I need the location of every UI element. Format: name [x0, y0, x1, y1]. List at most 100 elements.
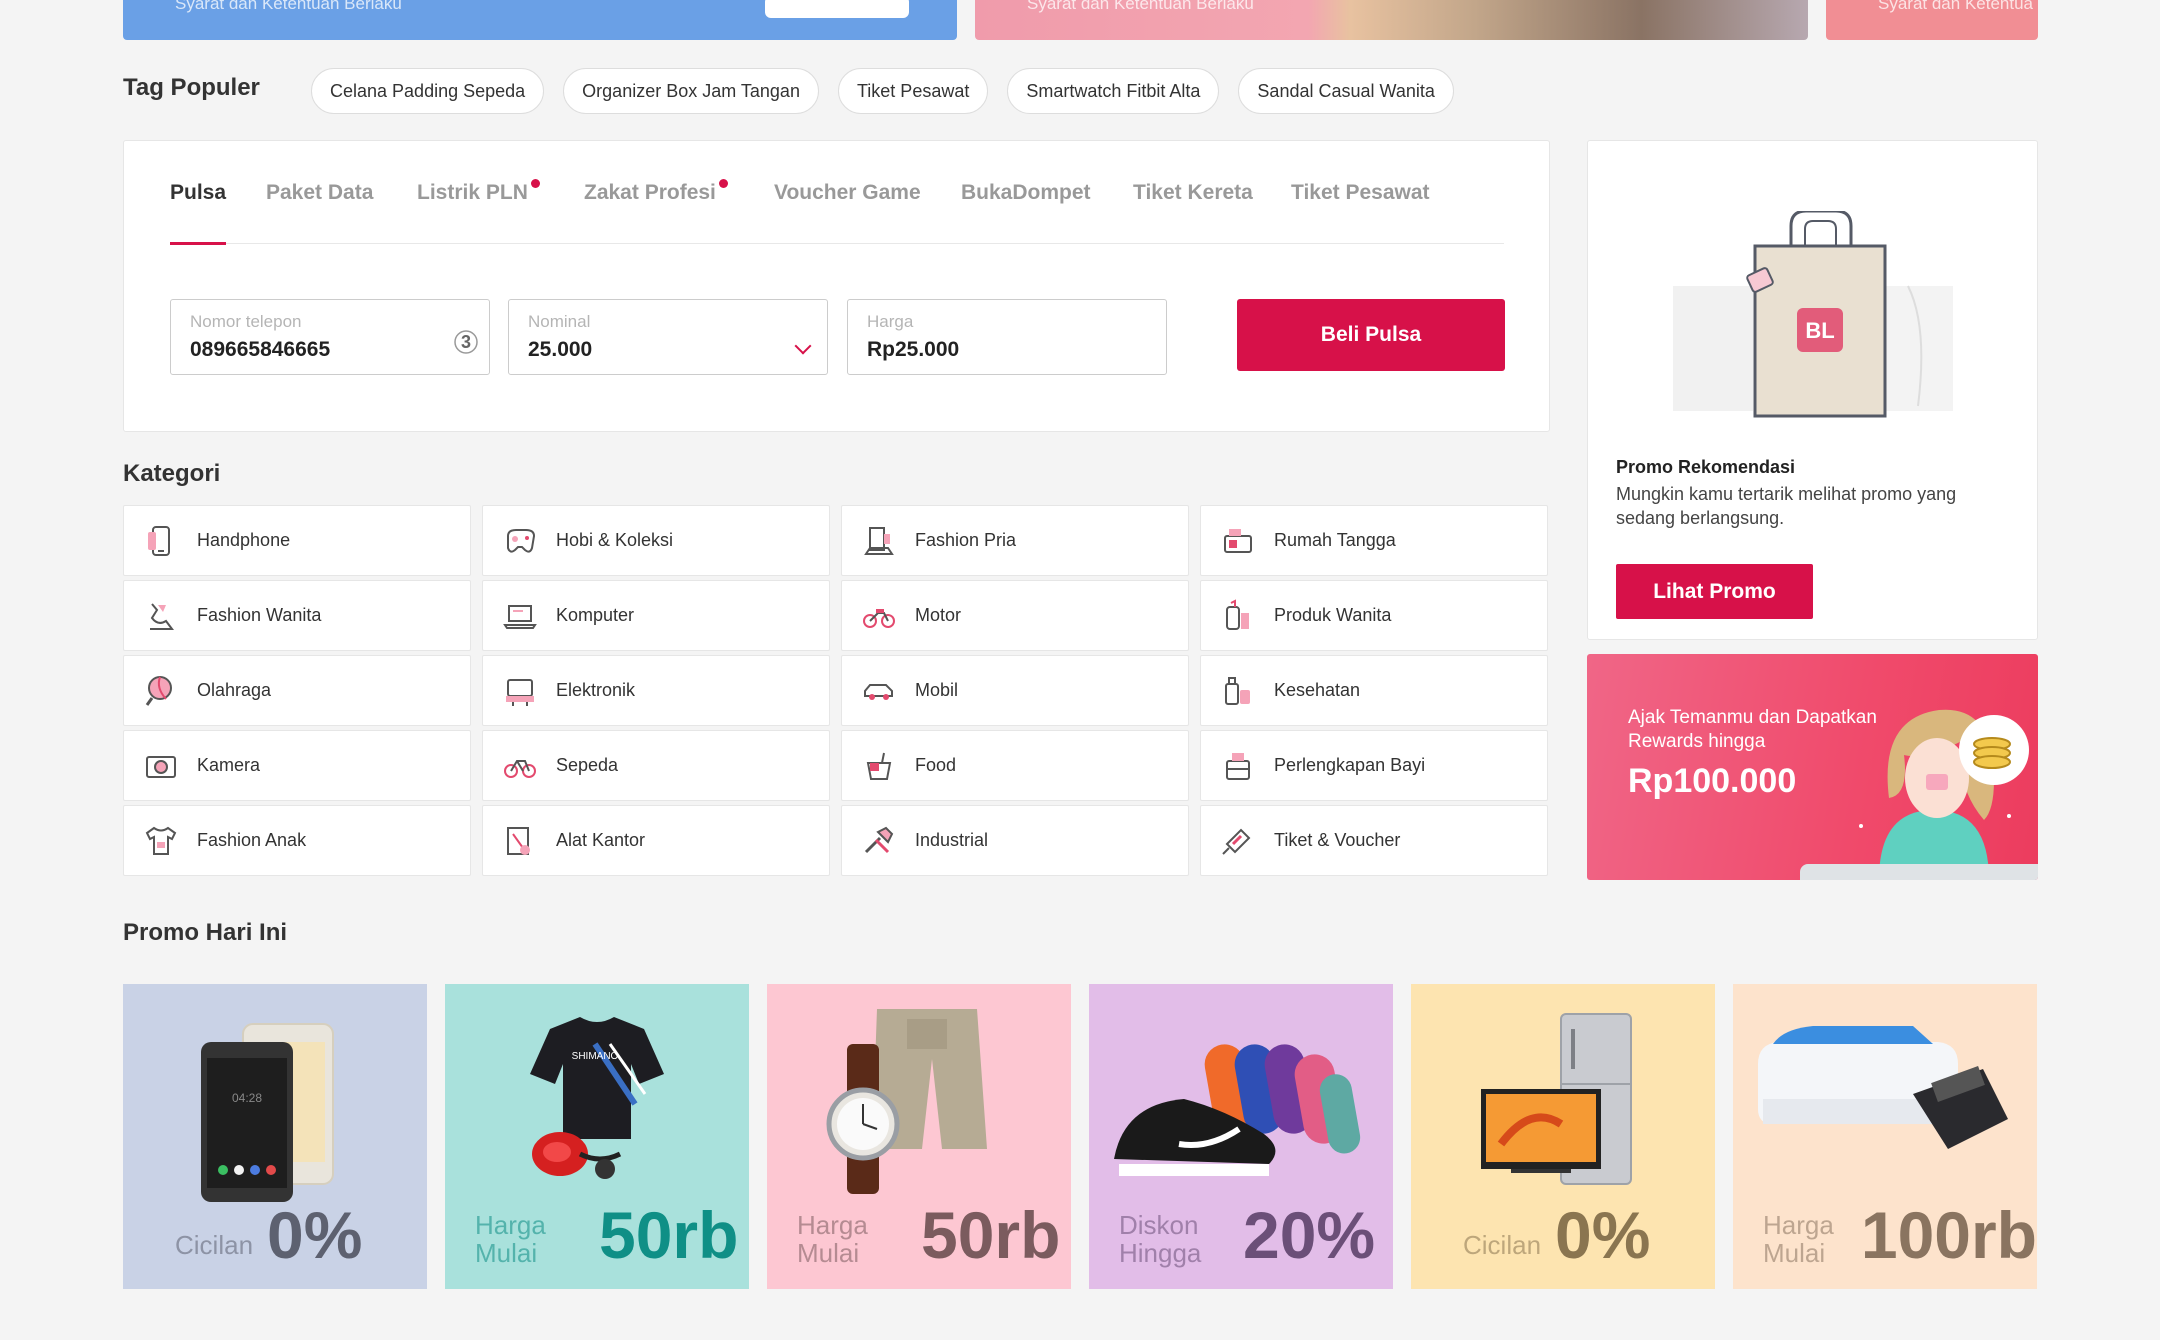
women-fashion-icon	[144, 599, 178, 633]
category-label: Komputer	[556, 605, 635, 625]
health-icon	[1221, 674, 1255, 708]
buy-pulsa-button[interactable]: Beli Pulsa	[1237, 299, 1505, 371]
category-item[interactable]: Tiket & Voucher	[1200, 805, 1548, 876]
category-item[interactable]: Rumah Tangga	[1200, 505, 1548, 576]
bl-logo: BL	[1805, 318, 1834, 343]
category-label: Tiket & Voucher	[1274, 830, 1401, 850]
nominal-select[interactable]: Nominal 25.000	[508, 299, 828, 375]
tab-zakat-profesi[interactable]: Zakat Profesi	[584, 179, 728, 244]
promo-caption: Cicilan 0%	[1463, 1202, 1650, 1268]
banner-terms: Syarat dan Ketentuan Berlaku	[175, 0, 402, 13]
promo-caption: Harga Mulai 50rb	[797, 1202, 1060, 1268]
phone-number-field[interactable]: Nomor telepon 089665846665 3	[170, 299, 490, 375]
banner-terms: Syarat dan Ketentuan Berlaku	[1027, 0, 1254, 13]
category-item[interactable]: Motor	[841, 580, 1189, 651]
promo-caption: Cicilan 0%	[175, 1198, 363, 1272]
smartphones-image: 04:28	[123, 984, 427, 1204]
tools-icon	[862, 824, 896, 858]
category-item[interactable]: Fashion Anak	[123, 805, 471, 876]
category-item[interactable]: Perlengkapan Bayi	[1200, 730, 1548, 801]
tab-label: Pulsa	[170, 181, 227, 204]
category-label: Kamera	[197, 755, 261, 775]
category-item[interactable]: Food	[841, 730, 1189, 801]
category-item[interactable]: Handphone	[123, 505, 471, 576]
referral-banner[interactable]: Ajak Temanmu dan Dapatkan Rewards hingga…	[1587, 654, 2038, 880]
category-item[interactable]: Mobil	[841, 655, 1189, 726]
promo-caption: Harga Mulai 50rb	[475, 1202, 738, 1268]
popular-tag[interactable]: Tiket Pesawat	[837, 68, 989, 114]
kategori-title: Kategori	[123, 460, 221, 487]
tab-voucher-game[interactable]: Voucher Game	[774, 181, 921, 244]
promo-caption-value: 100rb	[1860, 1198, 2037, 1272]
car-icon	[862, 674, 896, 708]
promo-cards: 04:28 Cicilan 0% SHIMANO Harga Mulai 50rb Harg…	[123, 984, 2037, 1289]
category-item[interactable]: Produk Wanita	[1200, 580, 1548, 651]
promo-caption-label: Cicilan	[1463, 1230, 1542, 1260]
banner-button[interactable]	[765, 0, 909, 18]
popular-tag[interactable]: Organizer Box Jam Tangan	[563, 68, 819, 114]
tab-paket-data[interactable]: Paket Data	[266, 181, 373, 244]
tab-tiket-kereta[interactable]: Tiket Kereta	[1133, 181, 1253, 244]
promo-banner-2[interactable]: Syarat dan Ketentuan Berlaku	[975, 0, 1808, 40]
category-item[interactable]: Kamera	[123, 730, 471, 801]
category-item[interactable]: Hobi & Koleksi	[482, 505, 830, 576]
tab-label: Paket Data	[266, 181, 374, 204]
promo-card[interactable]: 04:28 Cicilan 0%	[123, 984, 427, 1289]
field-label: Nomor telepon	[190, 312, 302, 331]
food-icon	[862, 749, 896, 783]
category-item[interactable]: Elektronik	[482, 655, 830, 726]
office-icon	[503, 824, 537, 858]
promo-caption-label: Diskon Hingga	[1119, 1210, 1202, 1268]
promo-card[interactable]: SHIMANO Harga Mulai 50rb	[445, 984, 749, 1289]
price-value: Rp25.000	[867, 338, 960, 361]
category-item[interactable]: Kesehatan	[1200, 655, 1548, 726]
baby-icon	[1221, 749, 1255, 783]
category-item[interactable]: Alat Kantor	[482, 805, 830, 876]
promo-caption-value: 20%	[1243, 1198, 1376, 1272]
shopping-bag-illustration: BL	[1673, 209, 1953, 421]
tri-provider-icon: 3	[453, 326, 479, 356]
popular-tags: Celana Padding Sepeda Organizer Box Jam …	[311, 68, 1454, 114]
category-item[interactable]: Fashion Pria	[841, 505, 1189, 576]
tab-label: Listrik PLN	[417, 181, 528, 204]
promo-banner-1[interactable]: Syarat dan Ketentuan Berlaku	[123, 0, 957, 40]
category-item[interactable]: Komputer	[482, 580, 830, 651]
field-label: Nominal	[528, 312, 591, 331]
popular-tag[interactable]: Sandal Casual Wanita	[1238, 68, 1454, 114]
popular-tag[interactable]: Celana Padding Sepeda	[311, 68, 545, 114]
referral-amount: Rp100.000	[1628, 762, 1797, 800]
tag-populer-title: Tag Populer	[123, 74, 260, 101]
promo-card[interactable]: Cicilan 0%	[1411, 984, 1715, 1289]
laptop-icon	[503, 599, 537, 633]
tab-pulsa[interactable]: Pulsa	[170, 181, 227, 245]
tab-bukadompet[interactable]: BukaDompet	[961, 181, 1091, 244]
promo-caption-value: 0%	[267, 1198, 363, 1272]
phone-icon	[144, 524, 178, 558]
category-label: Food	[915, 755, 957, 775]
tab-tiket-pesawat[interactable]: Tiket Pesawat	[1291, 181, 1430, 244]
woman-illustration	[1859, 709, 2029, 880]
tab-label: Voucher Game	[774, 181, 921, 204]
sports-icon	[144, 674, 178, 708]
category-item[interactable]: Fashion Wanita	[123, 580, 471, 651]
promo-banner-3[interactable]: Syarat dan Ketentua	[1826, 0, 2038, 40]
category-item[interactable]: Industrial	[841, 805, 1189, 876]
home-appliance-icon	[1221, 524, 1255, 558]
digital-product-widget: Pulsa Paket Data Listrik PLN Zakat Profe…	[123, 140, 1550, 432]
category-item[interactable]: Sepeda	[482, 730, 830, 801]
category-label: Fashion Pria	[915, 530, 1017, 550]
promo-recommendation-card: BL Promo Rekomendasi Mungkin kamu tertar…	[1587, 140, 2038, 640]
promo-card[interactable]: Diskon Hingga 20%	[1089, 984, 1393, 1289]
promo-card[interactable]: Harga Mulai 50rb	[767, 984, 1071, 1289]
promo-caption-label: Cicilan	[175, 1230, 254, 1260]
new-dot	[718, 179, 728, 188]
promo-card[interactable]: Harga Mulai 100rb	[1733, 984, 2037, 1289]
ticket-icon	[1221, 824, 1255, 858]
popular-tag[interactable]: Smartwatch Fitbit Alta	[1007, 68, 1220, 114]
tv-icon	[503, 674, 537, 708]
lihat-promo-button[interactable]: Lihat Promo	[1616, 564, 1813, 619]
category-item[interactable]: Olahraga	[123, 655, 471, 726]
tab-listrik-pln[interactable]: Listrik PLN	[417, 179, 540, 244]
kids-fashion-icon	[144, 824, 178, 858]
price-field: Harga Rp25.000	[847, 299, 1167, 375]
